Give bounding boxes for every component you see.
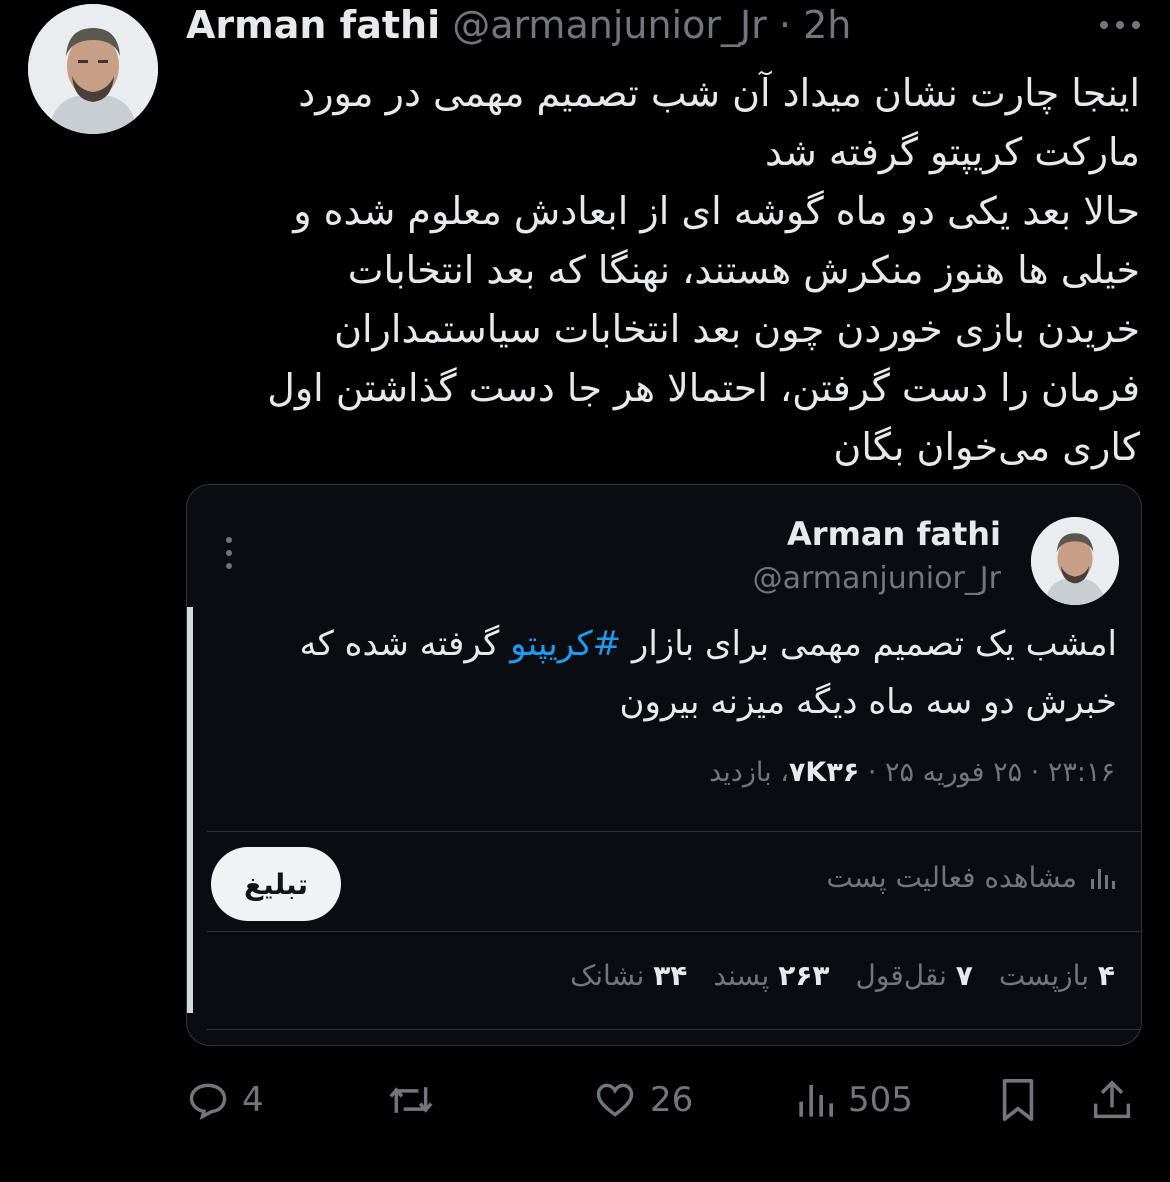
- reply-icon: [189, 1083, 227, 1120]
- reply-count: 4: [242, 1080, 264, 1120]
- view-post-activity[interactable]: مشاهده فعالیت پست: [826, 861, 1115, 894]
- tweet-body-line: مارکت کریپتو گرفته شد: [765, 130, 1140, 174]
- quoted-more-icon[interactable]: [225, 537, 233, 569]
- more-icon[interactable]: [1096, 10, 1144, 40]
- author-avatar[interactable]: [28, 4, 158, 134]
- quoted-meta-views-label: ، بازدید: [709, 757, 789, 788]
- hashtag-link[interactable]: #کریپتو: [510, 624, 621, 664]
- quoted-avatar-photo: [1031, 517, 1119, 605]
- tweet-body-line: خریدن بازی خوردن چون بعد انتخابات سیاستم…: [334, 307, 1140, 351]
- quoted-tweet-text: امشب یک تصمیم مهمی برای بازار #کریپتو گر…: [243, 615, 1117, 731]
- quoted-stats: ۴ بازپست ۷ نقل‌قول ۲۶۳ پسند ۳۴ نشانک: [570, 959, 1115, 992]
- divider: [207, 1029, 1141, 1030]
- like-button[interactable]: 26: [592, 1072, 693, 1128]
- quoted-author-handle[interactable]: @armanjunior_Jr: [753, 561, 1001, 596]
- tweet-body-line: کاری می‌خوان بگان: [833, 425, 1140, 469]
- stat-reposts[interactable]: ۴ بازپست: [999, 959, 1115, 992]
- quoted-author-avatar[interactable]: [1031, 517, 1119, 605]
- share-icon: [1093, 1080, 1131, 1119]
- bookmark-icon: [1002, 1079, 1034, 1121]
- quoted-author-name[interactable]: Arman fathi: [787, 515, 1001, 553]
- stat-bookmarks[interactable]: ۳۴ نشانک: [570, 959, 687, 992]
- tweet-body-line: حالا بعد یکی دو ماه گوشه ای از ابعادش مع…: [293, 189, 1140, 233]
- stat-quotes[interactable]: ۷ نقل‌قول: [856, 959, 973, 992]
- analytics-icon: [1091, 868, 1115, 889]
- divider: [207, 931, 1141, 932]
- retweet-icon: [389, 1087, 433, 1113]
- quote-accent-bar: [187, 607, 193, 1013]
- author-handle[interactable]: @armanjunior_Jr: [452, 3, 767, 47]
- tweet-header: Arman fathi @armanjunior_Jr · 2h: [186, 2, 851, 48]
- reply-button[interactable]: 4: [186, 1072, 264, 1128]
- tweet-timestamp[interactable]: 2h: [803, 3, 851, 47]
- avatar-photo: [28, 4, 158, 134]
- tweet-body-line: فرمان را دست گرفتن، احتمالا هر جا دست گذ…: [267, 366, 1140, 410]
- tweet-action-bar: 4 26 505: [186, 1072, 1146, 1128]
- bookmark-button[interactable]: [998, 1072, 1038, 1128]
- quoted-text-line: امشب یک تصمیم مهمی برای بازار #کریپتو گر…: [299, 624, 1117, 664]
- retweet-button[interactable]: [386, 1072, 436, 1128]
- quoted-meta-views: ۷K۳۶: [788, 757, 860, 788]
- author-name[interactable]: Arman fathi: [186, 3, 440, 47]
- divider: [207, 831, 1141, 832]
- promote-button[interactable]: تبلیغ: [211, 847, 341, 921]
- view-count: 505: [848, 1080, 913, 1120]
- quoted-text-line: خبرش دو سه ماه دیگه میزنه بیرون: [619, 682, 1117, 722]
- like-count: 26: [650, 1080, 694, 1120]
- activity-label: مشاهده فعالیت پست: [826, 861, 1077, 894]
- tweet-body-line: خیلی ها هنوز منکرش هستند، نهنگا که بعد ا…: [347, 248, 1140, 292]
- tweet-body: اینجا چارت نشان میداد آن شب تصمیم مهمی د…: [190, 64, 1140, 477]
- quoted-tweet-card[interactable]: Arman fathi @armanjunior_Jr امشب یک تصمی…: [186, 484, 1142, 1046]
- like-icon: [596, 1083, 634, 1117]
- quoted-meta-time[interactable]: ۲۳:۱۶ · ۲۵ فوریه ۲۵ ·: [859, 757, 1115, 788]
- quoted-meta: ۲۳:۱۶ · ۲۵ فوریه ۲۵ · ۷K۳۶، بازدید: [709, 757, 1115, 788]
- share-button[interactable]: [1092, 1072, 1132, 1128]
- stat-likes[interactable]: ۲۶۳ پسند: [713, 959, 829, 992]
- views-button[interactable]: 505: [796, 1072, 913, 1128]
- header-separator: ·: [778, 3, 791, 47]
- tweet-body-line: اینجا چارت نشان میداد آن شب تصمیم مهمی د…: [298, 71, 1140, 115]
- views-icon: [799, 1085, 833, 1117]
